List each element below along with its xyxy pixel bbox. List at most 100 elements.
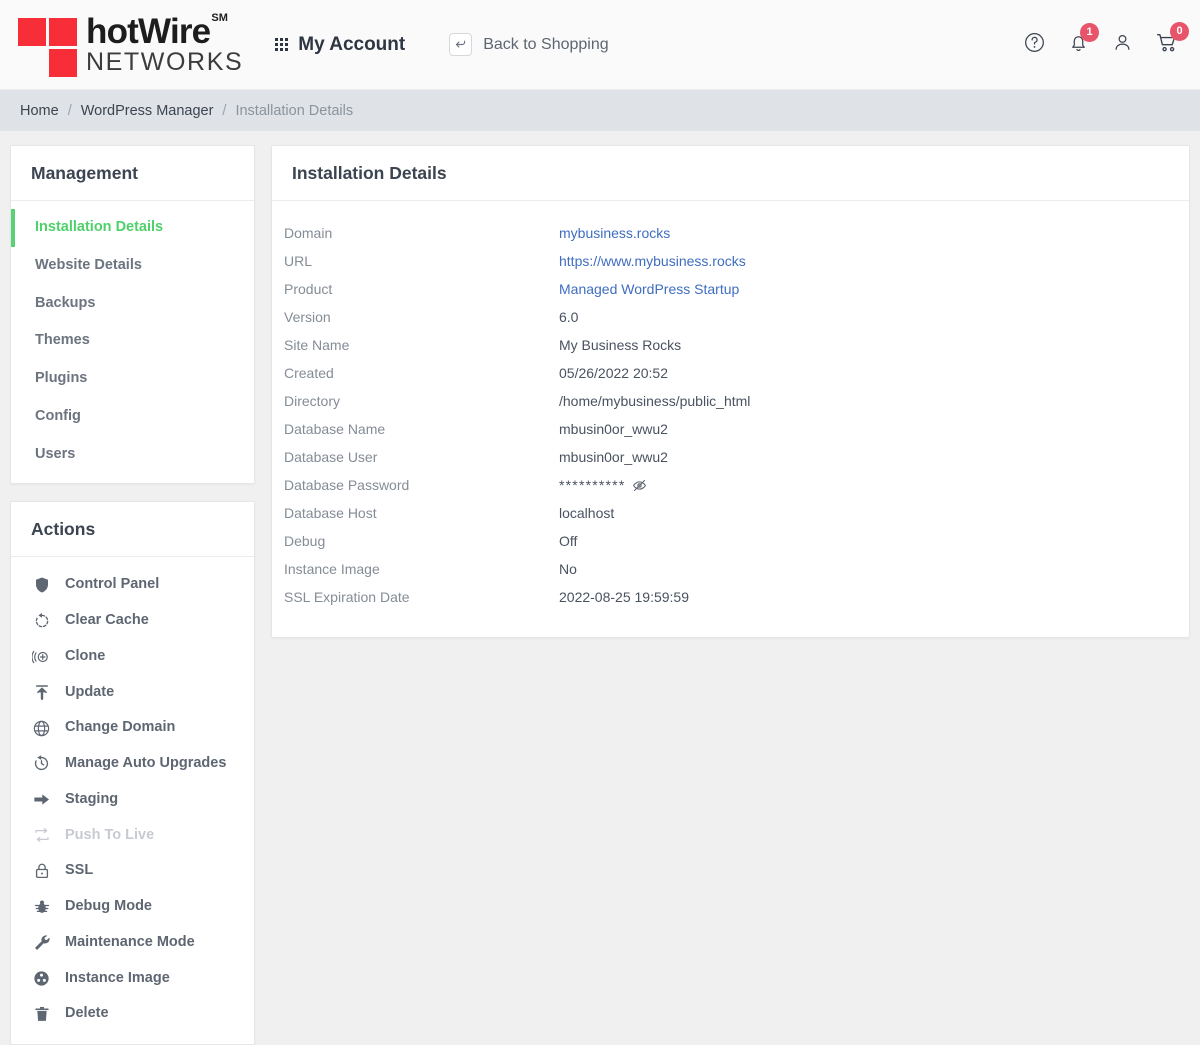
- action-label: Clear Cache: [65, 612, 149, 628]
- row-label: Database Name: [284, 421, 386, 437]
- sidebar-item-backups[interactable]: Backups: [11, 285, 254, 323]
- action-label: Instance Image: [65, 969, 170, 986]
- logo-name-sub: NETWORKS: [86, 48, 244, 76]
- lock-icon: [31, 861, 52, 882]
- table-row: Site Name My Business Rocks: [284, 331, 1169, 359]
- shield-icon: [31, 575, 52, 596]
- question-circle-icon[interactable]: [1023, 31, 1046, 59]
- sidebar: Management Installation Details Website …: [10, 145, 255, 1045]
- action-label: Change Domain: [65, 719, 176, 736]
- upload-arrow-icon: [31, 682, 52, 703]
- table-row: Directory /home/mybusiness/public_html: [284, 387, 1169, 415]
- action-label: SSL: [65, 862, 94, 879]
- action-maintenance-mode[interactable]: Maintenance Mode: [11, 925, 254, 961]
- action-ssl[interactable]: SSL: [11, 853, 254, 889]
- table-row: Instance Image No: [284, 555, 1169, 583]
- row-value-database-host: localhost: [559, 505, 615, 521]
- action-delete[interactable]: Delete: [11, 996, 254, 1032]
- row-value-instance-image: No: [559, 561, 577, 577]
- action-label: Staging: [65, 790, 119, 807]
- action-label: Maintenance Mode: [65, 933, 195, 950]
- wrench-icon: [31, 932, 52, 953]
- enter-return-icon: [449, 33, 473, 56]
- sidebar-item-users[interactable]: Users: [11, 436, 254, 474]
- row-value-database-password: **********: [559, 477, 647, 493]
- table-row: Created 05/26/2022 20:52: [284, 359, 1169, 387]
- shopping-cart-icon[interactable]: 0: [1155, 21, 1189, 60]
- back-to-shopping-button[interactable]: Back to Shopping: [449, 33, 609, 56]
- sidebar-item-themes[interactable]: Themes: [11, 322, 254, 360]
- sidebar-item-website-details[interactable]: Website Details: [11, 247, 254, 285]
- my-account-button[interactable]: My Account: [275, 34, 405, 56]
- action-label: Control Panel: [65, 576, 160, 593]
- row-value-database-name: mbusin0or_wwu2: [559, 421, 668, 437]
- row-label: Database Password: [284, 477, 410, 493]
- main-content: Installation Details Domain mybusiness.r…: [271, 145, 1190, 638]
- row-label: Site Name: [284, 337, 350, 353]
- table-row: Version 6.0: [284, 303, 1169, 331]
- password-mask: **********: [559, 477, 626, 493]
- action-clear-cache[interactable]: Clear Cache: [11, 603, 254, 639]
- action-control-panel[interactable]: Control Panel: [11, 567, 254, 603]
- action-label: Update: [65, 683, 115, 700]
- globe-icon: [31, 718, 52, 739]
- sidebar-item-plugins[interactable]: Plugins: [11, 360, 254, 398]
- eye-slash-icon[interactable]: [632, 478, 647, 493]
- grid-icon: [275, 38, 289, 51]
- cart-badge: 0: [1170, 21, 1189, 41]
- action-label: Push To Live: [65, 826, 155, 843]
- breadcrumb-item-installation-details: Installation Details: [235, 102, 354, 119]
- row-label: Database User: [284, 449, 378, 465]
- row-value-directory: /home/mybusiness/public_html: [559, 393, 751, 409]
- action-label: Clone: [65, 647, 106, 664]
- actions-list: Control Panel Clear Cache Clone Update C…: [11, 557, 254, 1044]
- breadcrumb-item-home[interactable]: Home: [20, 103, 59, 119]
- row-value-created: 05/26/2022 20:52: [559, 365, 668, 381]
- sidebar-item-installation-details[interactable]: Installation Details: [11, 209, 254, 247]
- logo-name-main: hotWire: [86, 12, 211, 51]
- notifications-badge: 1: [1080, 22, 1099, 42]
- actions-title: Actions: [31, 519, 96, 540]
- breadcrumb-item-wordpress-manager[interactable]: WordPress Manager: [81, 103, 214, 119]
- row-value-site-name: My Business Rocks: [559, 337, 682, 353]
- row-value-url[interactable]: https://www.mybusiness.rocks: [559, 253, 746, 269]
- table-row: Database User mbusin0or_wwu2: [284, 443, 1169, 471]
- user-icon[interactable]: [1111, 31, 1134, 59]
- row-label: Directory: [284, 393, 341, 409]
- clone-plus-icon: [31, 646, 52, 667]
- page-body: Management Installation Details Website …: [0, 131, 1200, 1045]
- action-clone[interactable]: Clone: [11, 639, 254, 675]
- row-value-domain[interactable]: mybusiness.rocks: [559, 225, 670, 241]
- my-account-label: My Account: [298, 33, 406, 55]
- action-change-domain[interactable]: Change Domain: [11, 710, 254, 746]
- row-label: Created: [284, 365, 334, 381]
- arrow-right-icon: [31, 789, 52, 810]
- sidebar-item-config[interactable]: Config: [11, 398, 254, 436]
- action-staging[interactable]: Staging: [11, 782, 254, 818]
- logo-squares-icon: [18, 14, 80, 77]
- table-row: Database Password **********: [284, 471, 1169, 499]
- brand-logo[interactable]: hotWireSM NETWORKS: [18, 12, 244, 77]
- action-update[interactable]: Update: [11, 675, 254, 711]
- actions-panel-header: Actions: [11, 502, 254, 558]
- trash-icon: [31, 1004, 52, 1025]
- row-value-database-user: mbusin0or_wwu2: [559, 449, 668, 465]
- film-reel-icon: [31, 968, 52, 989]
- bell-icon[interactable]: 1: [1067, 22, 1099, 59]
- management-panel-header: Management: [11, 146, 254, 201]
- table-row: Product Managed WordPress Startup: [284, 275, 1169, 303]
- action-instance-image[interactable]: Instance Image: [11, 961, 254, 997]
- logo-trademark: SM: [211, 12, 228, 25]
- installation-details-table: Domain mybusiness.rocks URL https://www.…: [272, 201, 1189, 637]
- row-label: SSL Expiration Date: [284, 589, 410, 605]
- management-title: Management: [31, 163, 138, 183]
- action-manage-auto-upgrades[interactable]: Manage Auto Upgrades: [11, 746, 254, 782]
- row-value-ssl-expiration-date: 2022-08-25 19:59:59: [559, 589, 689, 605]
- management-nav-list: Installation Details Website Details Bac…: [11, 201, 254, 483]
- row-value-debug: Off: [559, 533, 578, 549]
- row-value-product[interactable]: Managed WordPress Startup: [559, 281, 739, 297]
- row-label: Debug: [284, 533, 326, 549]
- top-bar: hotWireSM NETWORKS My Account Back to Sh…: [0, 0, 1200, 90]
- action-debug-mode[interactable]: Debug Mode: [11, 889, 254, 925]
- history-clock-icon: [31, 753, 52, 774]
